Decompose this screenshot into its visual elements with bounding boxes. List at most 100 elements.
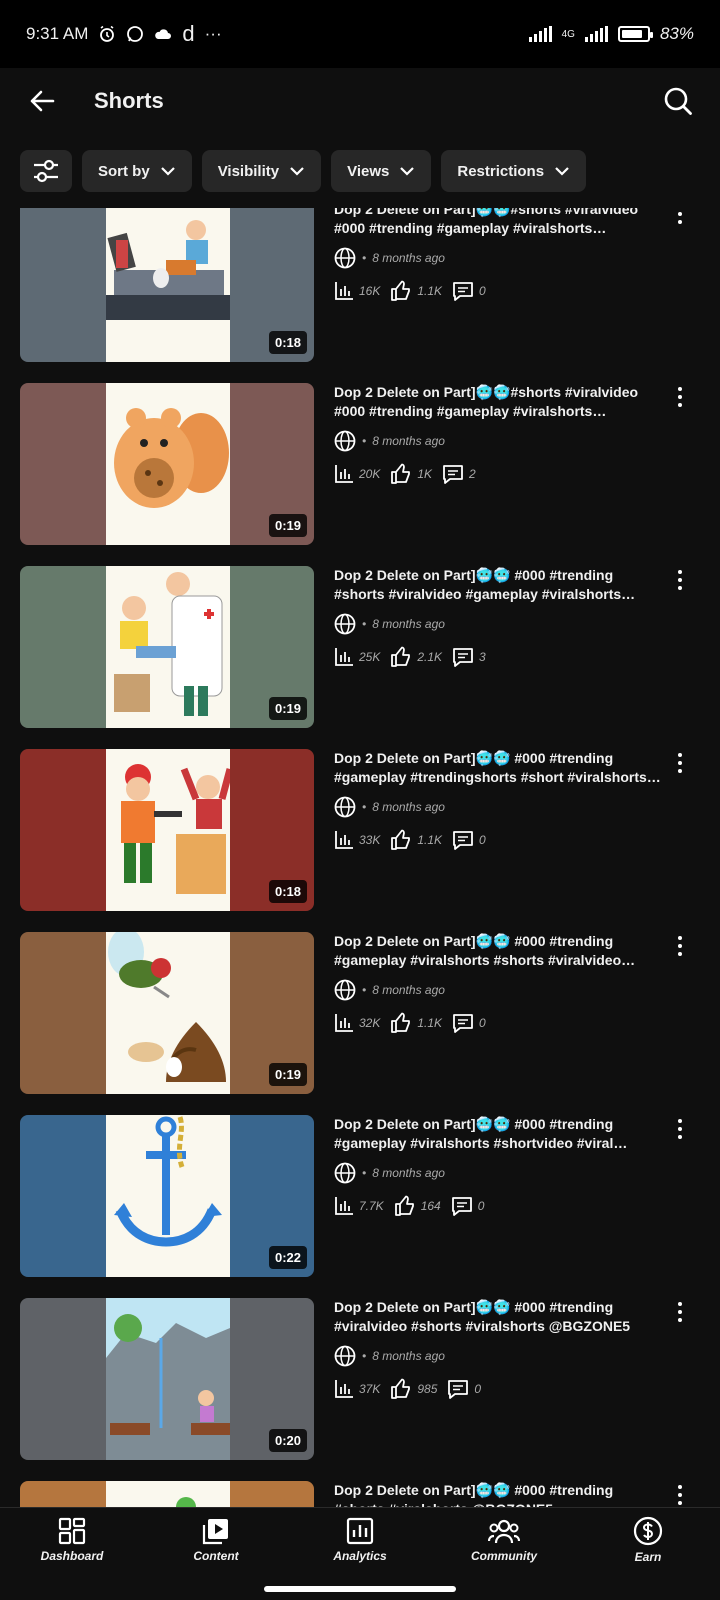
likes-stat: 2.1K — [390, 646, 442, 668]
video-thumbnail[interactable] — [20, 1481, 314, 1507]
thumbnail-illustration — [106, 383, 230, 545]
nav-dashboard[interactable]: Dashboard — [0, 1508, 144, 1571]
video-title[interactable]: Dop 2 Delete on Part]🥶🥶 #000 #trending #… — [334, 1298, 664, 1336]
video-thumbnail[interactable]: 0:18 — [20, 749, 314, 911]
duration-badge: 0:18 — [268, 331, 307, 354]
video-title[interactable]: Dop 2 Delete on Part]🥶🥶#shorts #viralvid… — [334, 383, 664, 421]
chevron-down-icon — [290, 167, 304, 176]
filter-label: Views — [347, 162, 390, 180]
video-meta: • 8 months ago — [334, 1162, 664, 1184]
views-stat: 25K — [334, 647, 380, 667]
video-stats: 16K 1.1K 0 — [334, 280, 664, 302]
more-options-button[interactable] — [670, 568, 690, 592]
video-thumbnail[interactable]: 0:22 — [20, 1115, 314, 1277]
video-info: Dop 2 Delete on Part]🥶🥶 #000 #trending #… — [334, 749, 664, 851]
meta-dot: • — [362, 983, 367, 997]
video-row[interactable]: 0:19 Dop 2 Delete on Part]🥶🥶 #000 #trend… — [0, 566, 720, 749]
video-row[interactable]: 0:18 Dop 2 Delete on Part]🥶🥶#shorts #vir… — [0, 208, 720, 383]
video-stats: 32K 1.1K 0 — [334, 1012, 664, 1034]
filter-settings-button[interactable] — [20, 150, 72, 192]
comment-icon — [443, 465, 463, 484]
video-thumbnail[interactable]: 0:19 — [20, 932, 314, 1094]
dollar-icon — [633, 1516, 663, 1545]
video-title[interactable]: Dop 2 Delete on Part]🥶🥶#shorts #viralvid… — [334, 208, 664, 238]
thumbs-up-icon — [391, 280, 411, 301]
bar-chart-icon — [335, 1197, 353, 1215]
filter-views[interactable]: Views — [331, 150, 432, 192]
thumbnail-illustration — [106, 1481, 230, 1507]
status-time: 9:31 AM — [26, 24, 89, 43]
home-indicator[interactable] — [264, 1586, 456, 1592]
more-options-button[interactable] — [670, 1117, 690, 1141]
video-title[interactable]: Dop 2 Delete on Part]🥶🥶 #000 #trending #… — [334, 566, 664, 604]
whatsapp-icon — [127, 26, 144, 42]
community-icon — [488, 1519, 520, 1543]
video-thumbnail[interactable]: 0:20 — [20, 1298, 314, 1460]
chevron-down-icon — [400, 167, 415, 176]
filter-visibility[interactable]: Visibility — [201, 150, 322, 192]
video-thumbnail[interactable]: 0:19 — [20, 383, 314, 545]
nav-earn[interactable]: Earn — [576, 1508, 720, 1571]
video-row[interactable]: Dop 2 Delete on Part]🥶🥶 #000 #trending #… — [0, 1481, 720, 1507]
thumbnail-illustration — [106, 932, 230, 1094]
sliders-icon — [34, 159, 58, 183]
nav-analytics[interactable]: Analytics — [288, 1508, 432, 1571]
video-thumbnail[interactable]: 0:18 — [20, 208, 314, 362]
video-row[interactable]: 0:22 Dop 2 Delete on Part]🥶🥶 #000 #trend… — [0, 1115, 720, 1298]
views-count: 33K — [359, 833, 381, 847]
video-age: 8 months ago — [372, 1349, 445, 1363]
duration-badge: 0:20 — [268, 1429, 307, 1452]
nav-content[interactable]: Content — [144, 1508, 288, 1571]
content-icon — [202, 1518, 228, 1544]
video-info: Dop 2 Delete on Part]🥶🥶 #000 #trending #… — [334, 1298, 664, 1400]
comment-icon — [451, 1197, 472, 1216]
likes-count: 985 — [417, 1382, 438, 1396]
nav-community[interactable]: Community — [432, 1508, 576, 1571]
video-row[interactable]: 0:18 Dop 2 Delete on Part]🥶🥶 #000 #trend… — [0, 749, 720, 932]
views-count: 16K — [359, 284, 381, 298]
analytics-icon — [346, 1517, 374, 1544]
video-row[interactable]: 0:19 Dop 2 Delete on Part]🥶🥶#shorts #vir… — [0, 383, 720, 566]
more-options-button[interactable] — [670, 1483, 690, 1507]
more-options-button[interactable] — [670, 1300, 690, 1324]
more-options-button[interactable] — [670, 208, 690, 226]
comments-count: 0 — [474, 1382, 482, 1396]
status-bar: 9:31 AM d ··· 4G 83% — [0, 0, 720, 68]
video-meta: • 8 months ago — [334, 979, 664, 1001]
video-info: Dop 2 Delete on Part]🥶🥶#shorts #viralvid… — [334, 383, 664, 485]
thumbs-up-icon — [391, 1012, 411, 1033]
back-arrow-icon — [30, 90, 55, 112]
search-icon — [664, 87, 692, 115]
more-options-button[interactable] — [670, 934, 690, 958]
comments-stat: 0 — [452, 280, 486, 302]
back-button[interactable] — [20, 79, 64, 123]
globe-icon — [334, 613, 356, 635]
page-title: Shorts — [94, 88, 164, 113]
more-options-button[interactable] — [670, 385, 690, 409]
video-row[interactable]: 0:19 Dop 2 Delete on Part]🥶🥶 #000 #trend… — [0, 932, 720, 1115]
comments-stat: 2 — [442, 463, 476, 485]
video-meta: • 8 months ago — [334, 796, 664, 818]
likes-count: 164 — [420, 1199, 441, 1213]
filter-label: Visibility — [217, 162, 280, 180]
likes-stat: 1.1K — [390, 280, 442, 302]
video-title[interactable]: Dop 2 Delete on Part]🥶🥶 #000 #trending #… — [334, 932, 664, 970]
video-stats: 20K 1K 2 — [334, 463, 664, 485]
duration-badge: 0:22 — [268, 1246, 307, 1269]
more-options-button[interactable] — [670, 751, 690, 775]
video-title[interactable]: Dop 2 Delete on Part]🥶🥶 #000 #trending #… — [334, 1115, 664, 1153]
bottom-nav: Dashboard Content Analytics Community Ea… — [0, 1507, 720, 1571]
likes-stat: 985 — [390, 1378, 437, 1400]
video-thumbnail[interactable]: 0:19 — [20, 566, 314, 728]
duration-badge: 0:18 — [268, 880, 307, 903]
filter-sort-by[interactable]: Sort by — [82, 150, 192, 192]
filter-restrictions[interactable]: Restrictions — [441, 150, 587, 192]
video-title[interactable]: Dop 2 Delete on Part]🥶🥶 #000 #trending #… — [334, 749, 664, 787]
video-list[interactable]: 0:18 Dop 2 Delete on Part]🥶🥶#shorts #vir… — [0, 208, 720, 1507]
views-count: 25K — [359, 650, 381, 664]
video-row[interactable]: 0:20 Dop 2 Delete on Part]🥶🥶 #000 #trend… — [0, 1298, 720, 1481]
likes-count: 1K — [417, 467, 433, 481]
video-title[interactable]: Dop 2 Delete on Part]🥶🥶 #000 #trending #… — [334, 1481, 664, 1507]
search-button[interactable] — [656, 79, 700, 123]
video-age: 8 months ago — [372, 251, 445, 265]
